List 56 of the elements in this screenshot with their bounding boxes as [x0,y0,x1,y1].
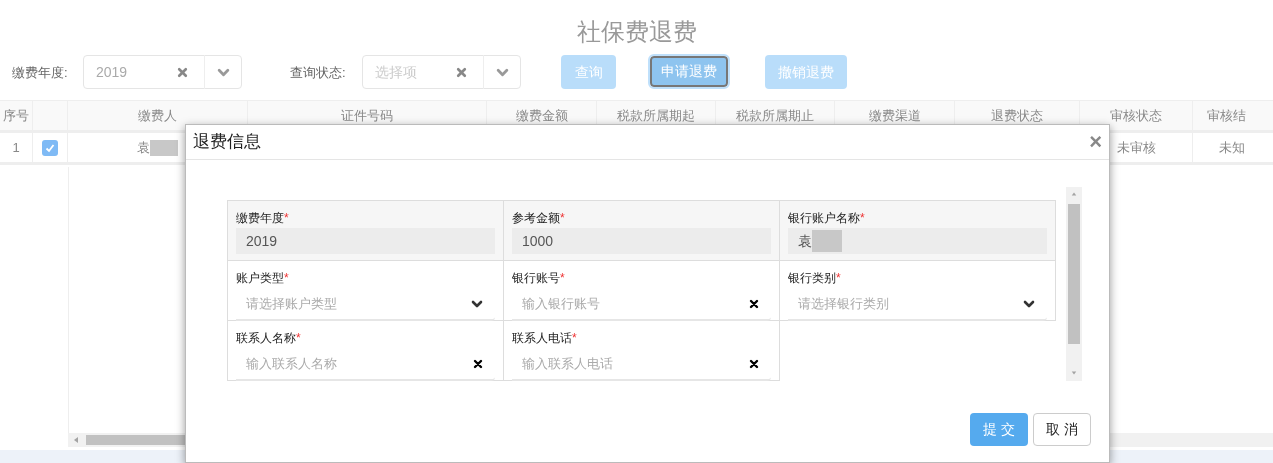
chevron-down-icon[interactable] [471,299,483,308]
required-asterisk: * [284,270,289,287]
clear-icon[interactable] [473,358,483,369]
vertical-scrollbar[interactable] [1066,187,1082,381]
readonly-field: 2019 [236,228,495,254]
required-asterisk: * [560,270,565,287]
column-header: 序号 [3,106,29,125]
required-asterisk: * [836,270,841,287]
readonly-field: 袁 [788,228,1047,254]
required-asterisk: * [572,330,577,347]
required-asterisk: * [860,210,865,227]
scroll-down-icon[interactable] [1070,370,1078,376]
column-header: 税款所属期止 [736,106,814,125]
row-checkbox[interactable] [42,139,58,156]
field-label: 银行类别 [788,270,836,287]
toolbar-button[interactable]: 查询 [561,55,616,89]
field-label: 联系人名称 [236,330,296,347]
clear-icon[interactable] [749,298,759,309]
toolbar-button[interactable]: 撤销退费 [765,55,847,89]
submit-button[interactable]: 提 交 [970,413,1028,446]
close-button[interactable]: × [1089,131,1102,153]
column-header: 退费状态 [991,106,1043,125]
readonly-field: 1000 [512,228,771,254]
page-title: 社保费退费 [576,17,697,47]
column-header: 缴费渠道 [868,106,921,125]
required-asterisk: * [560,210,565,227]
cancel-button[interactable]: 取 消 [1033,413,1091,446]
input-field[interactable]: 输入联系人电话 [512,348,771,381]
field-label: 参考金额 [512,210,560,227]
column-header: 税款所属期起 [617,106,695,125]
field-label: 银行账号 [512,270,560,287]
table-cell-text: 1 [12,138,20,157]
column-header: 审核结 [1207,106,1246,125]
dialog-title: 退费信息 [193,131,261,154]
scroll-left-icon[interactable] [72,436,80,444]
field-label: 账户类型 [236,270,284,287]
required-asterisk: * [284,210,289,227]
field-label: 缴费年度 [236,210,284,227]
table-cell-text: 袁 [137,138,150,157]
select-field[interactable]: 请选择银行类别 [788,288,1047,321]
table-cell-text: 未知 [1219,138,1245,157]
filter-label: 查询状态: [290,64,346,82]
filter-label: 缴费年度: [12,64,68,82]
column-header: 证件号码 [341,106,393,125]
chevron-down-icon[interactable] [1023,299,1035,308]
field-label: 联系人电话 [512,330,572,347]
clear-icon[interactable] [749,358,759,369]
column-header: 缴费金额 [515,106,568,125]
column-header: 审核状态 [1110,106,1162,125]
input-field[interactable]: 输入联系人名称 [236,348,495,381]
required-asterisk: * [296,330,301,347]
scroll-up-icon[interactable] [1070,191,1078,197]
table-cell-text: 未审核 [1116,138,1156,157]
column-header: 缴费人 [138,106,177,125]
toolbar-button[interactable]: 申请退费 [650,56,728,87]
field-label: 银行账户名称 [788,210,860,227]
